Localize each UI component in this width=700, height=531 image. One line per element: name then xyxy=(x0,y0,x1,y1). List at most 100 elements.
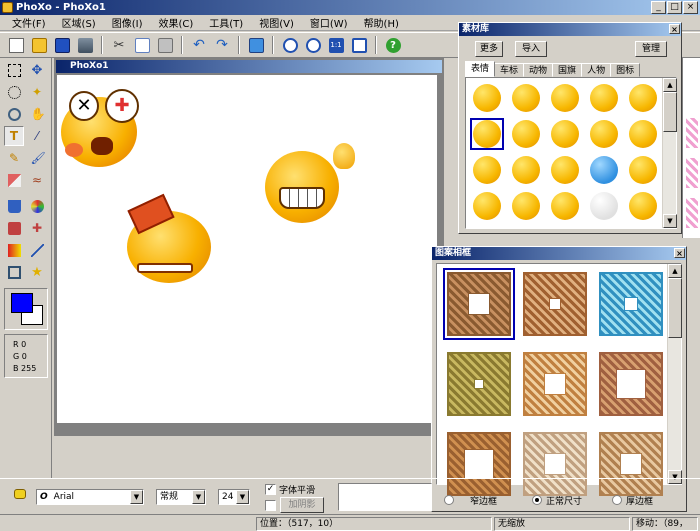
fill-tool[interactable] xyxy=(4,196,24,216)
crop-tool[interactable] xyxy=(4,262,24,282)
frame-item[interactable] xyxy=(443,268,515,340)
emoticon-item[interactable] xyxy=(548,118,582,150)
menu-tools[interactable]: 工具(T) xyxy=(201,15,251,30)
emoticon-item[interactable] xyxy=(626,82,660,114)
open-button[interactable] xyxy=(29,35,49,55)
emoticon-item[interactable] xyxy=(626,154,660,186)
emoticon-item[interactable] xyxy=(587,154,621,186)
emoticon-item[interactable] xyxy=(587,190,621,222)
fit-window-button[interactable] xyxy=(349,35,369,55)
smudge-tool[interactable]: ≈ xyxy=(27,170,47,190)
font-style-select[interactable]: 常规 ▼ xyxy=(156,489,206,505)
scroll-up-arrow[interactable]: ▲ xyxy=(668,264,682,278)
help-button[interactable]: ? xyxy=(383,35,403,55)
frame-item[interactable] xyxy=(595,348,667,420)
menu-file[interactable]: 文件(F) xyxy=(4,15,54,30)
menu-window[interactable]: 窗口(W) xyxy=(302,15,356,30)
font-size-select[interactable]: 24 ▼ xyxy=(218,489,250,505)
screenshot-button[interactable] xyxy=(246,35,266,55)
brush-tool[interactable]: 🖌 xyxy=(27,148,47,168)
text-tool[interactable]: T xyxy=(4,126,24,146)
emoticon-item[interactable] xyxy=(509,118,543,150)
frame-item[interactable] xyxy=(519,348,591,420)
menu-view[interactable]: 视图(V) xyxy=(251,15,302,30)
redo-button[interactable]: ↷ xyxy=(212,35,232,55)
eyedropper-tool[interactable]: ⁄ xyxy=(27,126,47,146)
emoticon-item[interactable] xyxy=(470,118,504,150)
emoticon-item[interactable] xyxy=(509,82,543,114)
emoticon-item[interactable] xyxy=(548,190,582,222)
close-button[interactable]: × xyxy=(683,1,698,14)
tab-emoticons[interactable]: 表情 xyxy=(465,61,496,77)
save-button[interactable] xyxy=(52,35,72,55)
emoticon-item[interactable] xyxy=(470,82,504,114)
menu-help[interactable]: 帮助(H) xyxy=(356,15,407,30)
color-fill-tool[interactable] xyxy=(27,196,47,216)
foreground-color-swatch[interactable] xyxy=(11,293,33,313)
new-button[interactable] xyxy=(6,35,26,55)
add-shadow-checkbox[interactable] xyxy=(265,500,276,511)
line-tool[interactable] xyxy=(27,240,47,260)
emoticon-item[interactable] xyxy=(587,118,621,150)
zoom-tool[interactable] xyxy=(4,104,24,124)
tab-car-logos[interactable]: 车标 xyxy=(494,63,525,77)
menu-image[interactable]: 图像(I) xyxy=(104,15,151,30)
brick-hit-emoticon[interactable] xyxy=(123,193,219,285)
magic-wand-tool[interactable]: ✦ xyxy=(27,82,47,102)
grinning-emoticon[interactable] xyxy=(263,143,363,223)
more-button[interactable]: 更多 xyxy=(475,41,503,57)
tab-flags[interactable]: 国旗 xyxy=(552,63,583,77)
copy-button[interactable] xyxy=(132,35,152,55)
font-smooth-checkbox[interactable]: ✓ xyxy=(265,484,276,495)
color-selector[interactable] xyxy=(4,288,48,330)
frame-item[interactable] xyxy=(443,348,515,420)
rect-select-tool[interactable] xyxy=(4,60,24,80)
hand-tool[interactable]: ✋ xyxy=(27,104,47,124)
eraser-tool[interactable] xyxy=(4,170,24,190)
emoticon-item[interactable] xyxy=(470,190,504,222)
font-select[interactable]: O Arial ▼ xyxy=(36,489,144,505)
emoticon-item[interactable] xyxy=(509,190,543,222)
emoticon-item[interactable] xyxy=(548,154,582,186)
text-input[interactable] xyxy=(338,483,432,511)
tab-icons[interactable]: 图标 xyxy=(610,63,641,77)
tab-people[interactable]: 人物 xyxy=(581,63,612,77)
add-shadow-button[interactable]: 加阴影 xyxy=(280,497,324,513)
stamp-tool[interactable] xyxy=(4,218,24,238)
scroll-thumb[interactable] xyxy=(663,92,677,132)
minimize-button[interactable]: _ xyxy=(651,1,666,14)
emoticon-item[interactable] xyxy=(470,154,504,186)
dizzy-emoticon[interactable]: ✕ ✚ xyxy=(61,89,141,167)
frames-scrollbar[interactable]: ▲ ▼ xyxy=(667,264,682,484)
menu-effect[interactable]: 效果(C) xyxy=(150,15,201,30)
zoom-in-button[interactable] xyxy=(280,35,300,55)
frame-item[interactable] xyxy=(595,268,667,340)
chevron-down-icon[interactable]: ▼ xyxy=(130,490,143,504)
tab-animals[interactable]: 动物 xyxy=(523,63,554,77)
maximize-button[interactable]: □ xyxy=(667,1,682,14)
undo-button[interactable]: ↶ xyxy=(189,35,209,55)
menu-region[interactable]: 区域(S) xyxy=(54,15,104,30)
emoticon-item[interactable] xyxy=(548,82,582,114)
gradient-tool[interactable] xyxy=(4,240,24,260)
paste-button[interactable] xyxy=(155,35,175,55)
pencil-tool[interactable]: ✎ xyxy=(4,148,24,168)
emoticon-item[interactable] xyxy=(626,190,660,222)
frame-item[interactable] xyxy=(519,268,591,340)
image-canvas[interactable]: ✕ ✚ xyxy=(57,75,437,423)
pattern-frames-close-button[interactable]: × xyxy=(674,248,685,258)
actual-size-button[interactable]: 1:1 xyxy=(326,35,346,55)
material-library-close-button[interactable]: × xyxy=(669,24,680,34)
emoticon-item[interactable] xyxy=(626,118,660,150)
scan-button[interactable] xyxy=(75,35,95,55)
chevron-down-icon[interactable]: ▼ xyxy=(236,490,249,504)
emoticon-item[interactable] xyxy=(509,154,543,186)
chevron-down-icon[interactable]: ▼ xyxy=(192,490,205,504)
cut-button[interactable]: ✂ xyxy=(109,35,129,55)
emoticon-item[interactable] xyxy=(587,82,621,114)
move-tool[interactable]: ✥ xyxy=(27,60,47,80)
material-scrollbar[interactable]: ▲ ▼ xyxy=(662,78,677,228)
scroll-up-arrow[interactable]: ▲ xyxy=(663,78,677,92)
scroll-down-arrow[interactable]: ▼ xyxy=(663,214,677,228)
font-smooth-label[interactable]: 字体平滑 xyxy=(279,483,315,496)
